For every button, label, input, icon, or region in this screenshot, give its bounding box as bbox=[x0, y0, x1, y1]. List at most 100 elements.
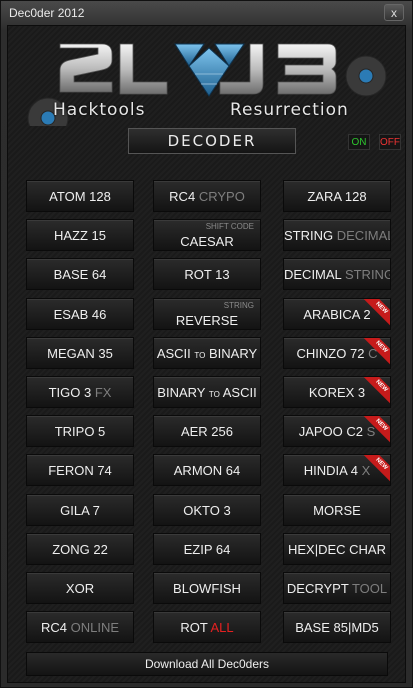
decoder-button[interactable]: ROT ALL bbox=[153, 611, 261, 643]
button-label-text: HINDIA 4 bbox=[303, 463, 358, 478]
decoder-button[interactable]: ARMON 64 bbox=[153, 454, 261, 486]
button-label-text: JAPOO C2 bbox=[298, 424, 363, 439]
button-label-text: ATOM 128 bbox=[49, 189, 111, 204]
subtitle-hacktools: Hacktools bbox=[53, 100, 146, 120]
decoder-button[interactable]: ARABICA 2 NEW bbox=[283, 298, 391, 330]
decoder-button[interactable]: BASE 85|MD5 bbox=[283, 611, 391, 643]
decoder-button[interactable]: TIGO 3 FX bbox=[26, 376, 134, 408]
decoder-button[interactable]: ASCII TO BINARY bbox=[153, 337, 261, 369]
decoder-button[interactable]: BINARY TO ASCII bbox=[153, 376, 261, 408]
decoder-button[interactable]: OKTO 3 bbox=[153, 494, 261, 526]
button-label: OKTO 3 bbox=[154, 503, 260, 518]
decoder-button[interactable]: HEX|DEC CHAR bbox=[283, 533, 391, 565]
decoder-button[interactable]: HINDIA 4 X NEW bbox=[283, 454, 391, 486]
button-hint: SHIFT CODE bbox=[205, 222, 254, 231]
button-label-text: KOREX 3 bbox=[308, 385, 366, 400]
button-label: RC4 ONLINE bbox=[27, 620, 133, 635]
decoder-button[interactable]: DECIMAL STRING bbox=[283, 258, 391, 290]
button-label-text: MORSE bbox=[313, 503, 361, 518]
decoder-button[interactable]: XOR bbox=[26, 572, 134, 604]
decoder-button[interactable]: EZIP 64 bbox=[153, 533, 261, 565]
button-label: CAESAR bbox=[154, 234, 260, 249]
logo-letters-left bbox=[59, 43, 168, 95]
button-label-text: RC4 bbox=[169, 189, 196, 204]
button-label: MEGAN 35 bbox=[27, 346, 133, 361]
button-label-text: ARABICA 2 bbox=[303, 307, 371, 322]
button-label: ARMON 64 bbox=[154, 463, 260, 478]
button-label: DECIMAL STRING bbox=[284, 267, 390, 282]
button-label-text: BASE 64 bbox=[53, 267, 107, 282]
window-title: Dec0der 2012 bbox=[9, 6, 85, 20]
button-label: MORSE bbox=[284, 503, 390, 518]
decoder-button[interactable]: CHINZO 72 C NEW bbox=[283, 337, 391, 369]
button-label-extra: DECIMAL bbox=[336, 228, 391, 243]
button-label: ASCII TO BINARY bbox=[154, 346, 260, 361]
decoder-button[interactable]: FERON 74 bbox=[26, 454, 134, 486]
decoder-button[interactable]: MEGAN 35 bbox=[26, 337, 134, 369]
button-label-text: STRING bbox=[284, 228, 334, 243]
header-banner: Hacktools Resurrection DECODER ON OFF bbox=[8, 26, 405, 166]
decoder-button[interactable]: MORSE bbox=[283, 494, 391, 526]
decoder-button[interactable]: ESAB 46 bbox=[26, 298, 134, 330]
decoder-button[interactable]: ZARA 128 bbox=[283, 180, 391, 212]
button-label-text: FERON 74 bbox=[48, 463, 112, 478]
button-label: RC4 CRYPO bbox=[154, 189, 260, 204]
button-label: EZIP 64 bbox=[154, 542, 260, 557]
decoder-button[interactable]: BLOWFISH bbox=[153, 572, 261, 604]
button-label-text: EZIP 64 bbox=[183, 542, 231, 557]
button-label-text: RC4 bbox=[40, 620, 67, 635]
decoder-button[interactable]: ATOM 128 bbox=[26, 180, 134, 212]
decoder-button[interactable]: DECRYPT TOOL bbox=[283, 572, 391, 604]
button-label: HEX|DEC CHAR bbox=[284, 542, 390, 557]
button-label: ZONG 22 bbox=[27, 542, 133, 557]
decoder-button[interactable]: HAZZ 15 bbox=[26, 219, 134, 251]
button-label-text: BASE 85|MD5 bbox=[295, 620, 379, 635]
button-label: BINARY TO ASCII bbox=[154, 385, 260, 400]
decoder-button[interactable]: AER 256 bbox=[153, 415, 261, 447]
button-label-extra: ONLINE bbox=[70, 620, 120, 635]
decoder-button[interactable]: ZONG 22 bbox=[26, 533, 134, 565]
button-label: DECRYPT TOOL bbox=[284, 581, 390, 596]
decoder-button[interactable]: RC4 CRYPO bbox=[153, 180, 261, 212]
button-label: ATOM 128 bbox=[27, 189, 133, 204]
button-label: XOR bbox=[27, 581, 133, 596]
decoder-button[interactable]: BASE 64 bbox=[26, 258, 134, 290]
button-label-tail: BINARY bbox=[209, 346, 258, 361]
button-label-text: ZONG 22 bbox=[52, 542, 108, 557]
button-label: GILA 7 bbox=[27, 503, 133, 518]
button-label-extra: X bbox=[361, 463, 371, 478]
button-label: ROT ALL bbox=[154, 620, 260, 635]
title-bar: Dec0der 2012 x bbox=[1, 1, 412, 25]
button-label: BASE 64 bbox=[27, 267, 133, 282]
decoder-button[interactable]: RC4 ONLINE bbox=[26, 611, 134, 643]
decoder-button[interactable]: GILA 7 bbox=[26, 494, 134, 526]
button-label-text: ROT 13 bbox=[184, 267, 230, 282]
button-label-text: TRIPO 5 bbox=[54, 424, 106, 439]
off-button[interactable]: OFF bbox=[379, 134, 401, 150]
button-label-extra: CRYPO bbox=[198, 189, 245, 204]
button-label-text: AER 256 bbox=[180, 424, 234, 439]
button-label-text: CHINZO 72 bbox=[296, 346, 365, 361]
button-label-text: BINARY bbox=[157, 385, 206, 400]
decoder-button[interactable]: ROT 13 bbox=[153, 258, 261, 290]
decoder-button[interactable]: SHIFT CODE CAESAR bbox=[153, 219, 261, 251]
button-label: REVERSE bbox=[154, 313, 260, 328]
decoder-button[interactable]: KOREX 3 NEW bbox=[283, 376, 391, 408]
button-label-text: BLOWFISH bbox=[173, 581, 241, 596]
decoder-button[interactable]: JAPOO C2 S NEW bbox=[283, 415, 391, 447]
button-label: HAZZ 15 bbox=[27, 228, 133, 243]
button-label: BLOWFISH bbox=[154, 581, 260, 596]
button-label-connector: TO bbox=[194, 351, 206, 360]
download-all-button[interactable]: Download All Dec0ders bbox=[26, 652, 388, 676]
close-button[interactable]: x bbox=[384, 4, 404, 21]
button-label: AER 256 bbox=[154, 424, 260, 439]
button-label-extra: FX bbox=[94, 385, 112, 400]
decoder-button[interactable]: TRIPO 5 bbox=[26, 415, 134, 447]
button-label: ESAB 46 bbox=[27, 307, 133, 322]
mode-label: DECODER bbox=[128, 128, 296, 154]
button-label-text: ZARA 128 bbox=[307, 189, 367, 204]
decoder-button[interactable]: STRING REVERSE bbox=[153, 298, 261, 330]
on-button[interactable]: ON bbox=[348, 134, 370, 150]
decoder-button[interactable]: STRING DECIMAL bbox=[283, 219, 391, 251]
button-label-text: ARMON 64 bbox=[173, 463, 241, 478]
